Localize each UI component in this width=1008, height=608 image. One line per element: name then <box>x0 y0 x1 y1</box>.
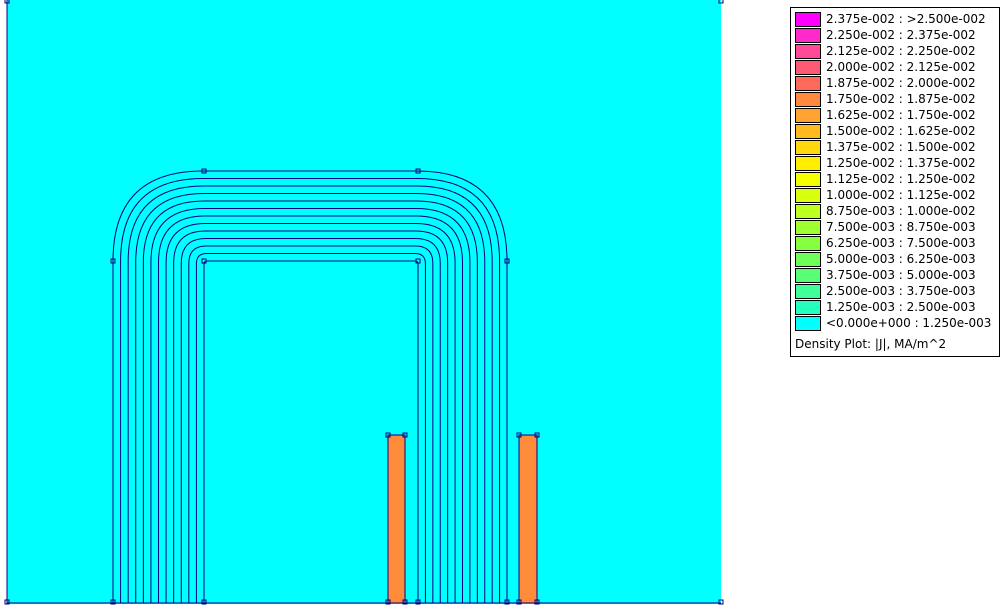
legend-row: 1.500e-002 : 1.625e-002 <box>795 123 995 139</box>
legend-row: 1.250e-002 : 1.375e-002 <box>795 155 995 171</box>
legend-row: 2.500e-003 : 3.750e-003 <box>795 283 995 299</box>
legend-label: 1.125e-002 : 1.250e-002 <box>826 172 976 186</box>
legend-label: 2.125e-002 : 2.250e-002 <box>826 44 976 58</box>
legend-label: 2.375e-002 : >2.500e-002 <box>826 12 986 26</box>
legend-row: 1.375e-002 : 1.500e-002 <box>795 139 995 155</box>
legend-row: 1.625e-002 : 1.750e-002 <box>795 107 995 123</box>
legend-row: 5.000e-003 : 6.250e-003 <box>795 251 995 267</box>
legend-swatch <box>795 188 821 203</box>
legend-row: 1.125e-002 : 1.250e-002 <box>795 171 995 187</box>
legend-label: 2.000e-002 : 2.125e-002 <box>826 60 976 74</box>
legend-row: 3.750e-003 : 5.000e-003 <box>795 267 995 283</box>
legend-swatch <box>795 140 821 155</box>
legend-label: 1.375e-002 : 1.500e-002 <box>826 140 976 154</box>
legend-label: <0.000e+000 : 1.250e-003 <box>826 316 992 330</box>
legend-label: 2.250e-002 : 2.375e-002 <box>826 28 976 42</box>
legend-swatch <box>795 204 821 219</box>
legend-row: 2.375e-002 : >2.500e-002 <box>795 11 995 27</box>
legend-swatch <box>795 28 821 43</box>
legend-label: 1.750e-002 : 1.875e-002 <box>826 92 976 106</box>
plot-background <box>7 0 721 604</box>
legend-swatch <box>795 76 821 91</box>
legend-label: 7.500e-003 : 8.750e-003 <box>826 220 976 234</box>
legend-label: 8.750e-003 : 1.000e-002 <box>826 204 976 218</box>
legend-row: 2.125e-002 : 2.250e-002 <box>795 43 995 59</box>
legend-label: 1.250e-002 : 1.375e-002 <box>826 156 976 170</box>
legend-swatch <box>795 316 821 331</box>
legend-swatch <box>795 156 821 171</box>
legend-row: 2.000e-002 : 2.125e-002 <box>795 59 995 75</box>
legend-row: 2.250e-002 : 2.375e-002 <box>795 27 995 43</box>
legend-swatch <box>795 60 821 75</box>
legend-label: 1.500e-002 : 1.625e-002 <box>826 124 976 138</box>
legend-swatch <box>795 12 821 27</box>
legend-row: <0.000e+000 : 1.250e-003 <box>795 315 995 331</box>
legend-label: 6.250e-003 : 7.500e-003 <box>826 236 976 250</box>
legend-row: 1.250e-003 : 2.500e-003 <box>795 299 995 315</box>
legend-swatch <box>795 172 821 187</box>
legend-label: 5.000e-003 : 6.250e-003 <box>826 252 976 266</box>
coil-block[interactable] <box>387 434 406 604</box>
legend-label: 1.875e-002 : 2.000e-002 <box>826 76 976 90</box>
legend-row: 1.875e-002 : 2.000e-002 <box>795 75 995 91</box>
legend-swatch <box>795 268 821 283</box>
legend-swatch <box>795 108 821 123</box>
legend-row: 1.750e-002 : 1.875e-002 <box>795 91 995 107</box>
density-legend: 2.375e-002 : >2.500e-002 2.250e-002 : 2.3… <box>790 7 1000 357</box>
legend-label: 1.250e-003 : 2.500e-003 <box>826 300 976 314</box>
legend-row: 7.500e-003 : 8.750e-003 <box>795 219 995 235</box>
legend-swatch <box>795 300 821 315</box>
legend-swatch <box>795 236 821 251</box>
coil-block[interactable] <box>518 434 538 604</box>
legend-swatch <box>795 252 821 267</box>
legend-label: 1.625e-002 : 1.750e-002 <box>826 108 976 122</box>
legend-label: 2.500e-003 : 3.750e-003 <box>826 284 976 298</box>
legend-swatch <box>795 92 821 107</box>
legend-swatch <box>795 284 821 299</box>
legend-row: 8.750e-003 : 1.000e-002 <box>795 203 995 219</box>
legend-label: 3.750e-003 : 5.000e-003 <box>826 268 976 282</box>
legend-row: 1.000e-002 : 1.125e-002 <box>795 187 995 203</box>
legend-swatch <box>795 44 821 59</box>
legend-label: 1.000e-002 : 1.125e-002 <box>826 188 976 202</box>
legend-caption: Density Plot: |J|, MA/m^2 <box>795 337 947 351</box>
legend-row: 6.250e-003 : 7.500e-003 <box>795 235 995 251</box>
legend-swatch <box>795 220 821 235</box>
legend-swatch <box>795 124 821 139</box>
